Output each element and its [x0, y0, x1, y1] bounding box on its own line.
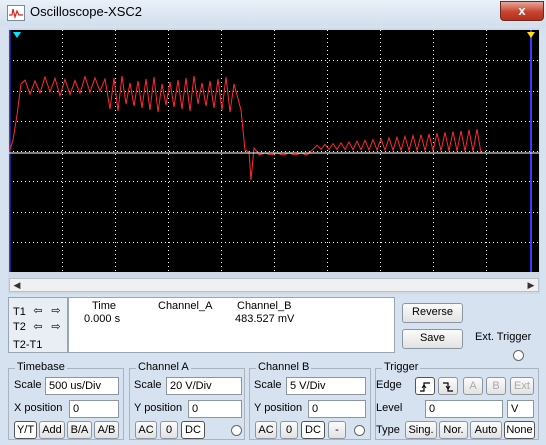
close-icon: x — [518, 3, 526, 18]
channel-a-group: Channel A Scale 20 V/Div Y position 0 AC… — [129, 361, 245, 440]
cursor-controls: T1 ⇦ ⇨ T2 ⇦ ⇨ T2-T1 — [8, 297, 68, 353]
cursor-t2-marker-icon[interactable] — [527, 32, 535, 38]
channel-a-ypos-label: Y position — [134, 402, 183, 414]
channel-b-scale-field[interactable]: 5 V/Div — [286, 377, 366, 395]
channel-b-title: Channel B — [256, 361, 312, 373]
trigger-source-ext-button[interactable]: Ext — [510, 377, 534, 395]
channel-a-title: Channel A — [136, 361, 191, 373]
mode-ba-button[interactable]: B/A — [67, 421, 92, 439]
channel-a-ac-button[interactable]: AC — [135, 421, 157, 439]
t2-right-arrow-icon[interactable]: ⇨ — [49, 321, 63, 333]
channel-b-column-header: Channel_B — [237, 300, 292, 312]
falling-edge-button[interactable] — [438, 377, 458, 395]
time-column-header: Time — [92, 300, 117, 312]
oscilloscope-app-icon — [7, 5, 25, 21]
channel-b-ypos-field[interactable]: 0 — [308, 400, 366, 418]
mode-yt-button[interactable]: Y/T — [14, 421, 37, 439]
channel-a-scale-field[interactable]: 20 V/Div — [166, 377, 242, 395]
rising-edge-icon — [420, 382, 430, 392]
trigger-type-label: Type — [376, 424, 400, 436]
ext-trigger-label: Ext. Trigger — [475, 331, 532, 343]
channel-b-ypos-label: Y position — [254, 402, 303, 414]
trigger-auto-button[interactable]: Auto — [470, 421, 502, 439]
falling-edge-icon — [443, 382, 453, 392]
scroll-right-icon[interactable]: ▶ — [524, 279, 538, 291]
channel-b-zero-button[interactable]: 0 — [280, 421, 298, 439]
trigger-group: Trigger Edge A B Ext Level 0 V Type Sing… — [375, 361, 539, 440]
channel-a-ypos-field[interactable]: 0 — [188, 400, 242, 418]
horizontal-scrollbar[interactable]: ◀ ▶ — [9, 278, 539, 292]
channel-b-group: Channel B Scale 5 V/Div Y position 0 AC … — [249, 361, 371, 440]
trigger-source-a-button[interactable]: A — [463, 377, 483, 395]
ext-trigger-terminal[interactable] — [513, 350, 524, 361]
channel-a-column-header: Channel_A — [158, 300, 213, 312]
timebase-scale-field[interactable]: 500 us/Div — [45, 377, 119, 395]
oscilloscope-window: Oscilloscope-XSC2 x ◀ ▶ T1 ⇦ ⇨ T2 ⇦ ⇨ T2… — [0, 0, 546, 445]
channel-b-minus-button[interactable]: - — [328, 421, 346, 439]
cursor-t1-marker-icon[interactable] — [13, 32, 21, 38]
trigger-none-button[interactable]: None — [504, 421, 535, 439]
trigger-normal-button[interactable]: Nor. — [439, 421, 468, 439]
title-bar[interactable]: Oscilloscope-XSC2 x — [0, 0, 546, 26]
trigger-single-button[interactable]: Sing. — [405, 421, 437, 439]
trigger-level-field[interactable]: 0 — [425, 400, 503, 418]
channel-a-dc-button[interactable]: DC — [181, 421, 205, 439]
channel-b-ac-button[interactable]: AC — [255, 421, 277, 439]
scope-display — [8, 30, 539, 272]
t2-t1-label: T2-T1 — [13, 339, 43, 351]
trigger-edge-label: Edge — [376, 379, 402, 391]
scroll-left-icon[interactable]: ◀ — [10, 279, 24, 291]
channel-b-dc-button[interactable]: DC — [301, 421, 325, 439]
mode-ab-button[interactable]: A/B — [94, 421, 119, 439]
trigger-level-unit[interactable]: V — [507, 400, 534, 418]
t1-right-arrow-icon[interactable]: ⇨ — [49, 305, 63, 317]
channel-b-terminal[interactable] — [354, 425, 365, 436]
rising-edge-button[interactable] — [415, 377, 435, 395]
timebase-title: Timebase — [15, 361, 67, 373]
channel-b-scale-label: Scale — [254, 379, 282, 391]
t1-left-arrow-icon[interactable]: ⇦ — [31, 305, 45, 317]
channel-a-terminal[interactable] — [231, 425, 242, 436]
x-position-field[interactable]: 0 — [69, 400, 119, 418]
timebase-group: Timebase Scale 500 us/Div X position 0 Y… — [8, 361, 124, 440]
trigger-source-b-button[interactable]: B — [486, 377, 506, 395]
window-title: Oscilloscope-XSC2 — [30, 4, 142, 19]
time-value: 0.000 s — [84, 313, 121, 325]
mode-add-button[interactable]: Add — [39, 421, 65, 439]
x-position-label: X position — [14, 402, 63, 414]
t2-left-arrow-icon[interactable]: ⇦ — [31, 321, 45, 333]
t1-label: T1 — [13, 306, 26, 318]
trigger-title: Trigger — [382, 361, 421, 373]
trigger-level-label: Level — [376, 402, 403, 414]
close-button[interactable]: x — [500, 1, 544, 21]
channel-a-scale-label: Scale — [134, 379, 162, 391]
channel-a-zero-button[interactable]: 0 — [160, 421, 178, 439]
timebase-scale-label: Scale — [14, 379, 42, 391]
save-button[interactable]: Save — [402, 329, 463, 349]
waveform-plot — [8, 30, 539, 272]
cursor-readout-table: Time Channel_A Channel_B 0.000 s 483.527… — [68, 297, 395, 353]
reverse-button[interactable]: Reverse — [402, 303, 463, 323]
channel-b-value: 483.527 mV — [235, 313, 295, 325]
t2-label: T2 — [13, 321, 26, 333]
